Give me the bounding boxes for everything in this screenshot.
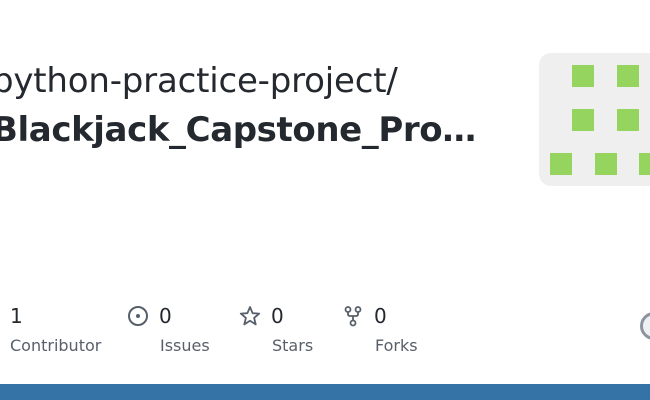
language-bar (0, 384, 650, 400)
avatar-pixel (617, 109, 639, 131)
repo-social-card: python-practice-project/ Blackjack_Capst… (0, 0, 650, 400)
star-label: Stars (272, 336, 314, 355)
stat-contributors[interactable]: 1 Contributor (10, 300, 101, 360)
repo-stats: 1 Contributor 0 Issues 0 Stars 0 Forks (0, 300, 650, 360)
star-icon (239, 305, 261, 327)
issue-icon (127, 305, 149, 327)
repo-owner-path: python-practice-project/ (0, 61, 398, 101)
avatar-pixel (595, 153, 617, 175)
repo-name: Blackjack_Capstone_Pro… (0, 110, 476, 150)
issue-label: Issues (160, 336, 210, 355)
stat-issues[interactable]: 0 Issues (127, 300, 210, 360)
issue-count: 0 (159, 304, 172, 328)
avatar-pixel (639, 153, 650, 175)
stat-stars[interactable]: 0 Stars (239, 300, 313, 360)
avatar-pixel (572, 109, 594, 131)
owner-avatar (539, 53, 650, 186)
avatar-pixel (572, 65, 594, 87)
avatar-pixel (617, 65, 639, 87)
contributor-label: Contributor (10, 336, 102, 355)
fork-icon (342, 305, 364, 327)
avatar-pixel (550, 153, 572, 175)
fork-count: 0 (374, 304, 387, 328)
contributor-count: 1 (10, 304, 23, 328)
fork-label: Forks (375, 336, 418, 355)
stat-forks[interactable]: 0 Forks (342, 300, 418, 360)
star-count: 0 (271, 304, 284, 328)
